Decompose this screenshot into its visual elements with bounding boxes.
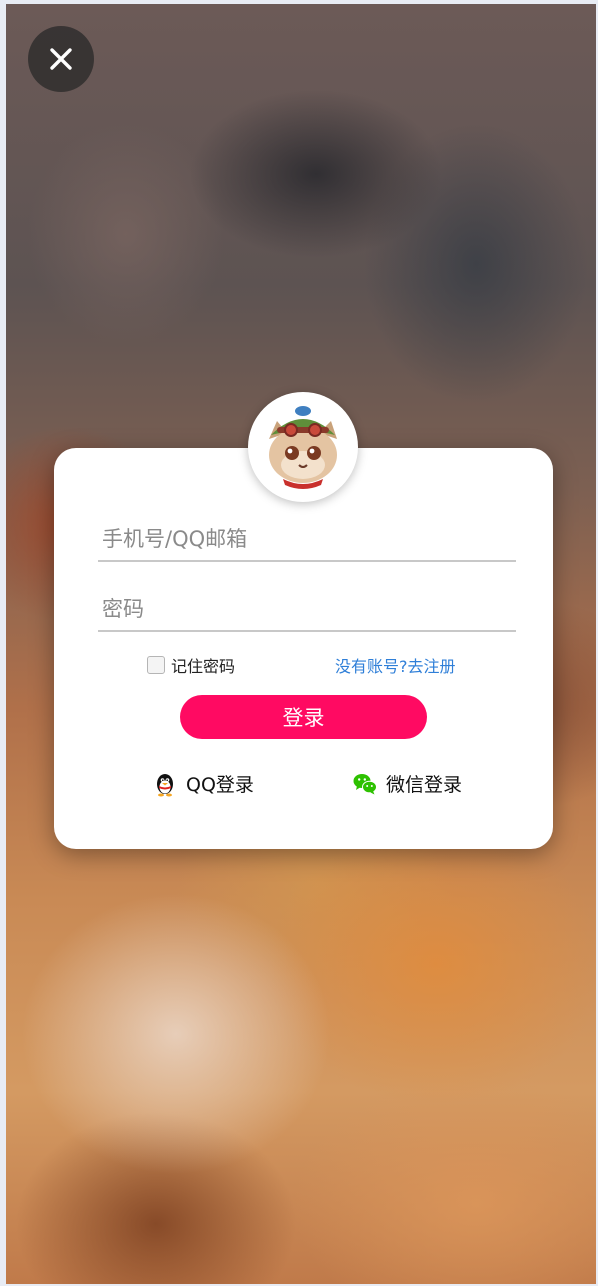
wechat-login-button[interactable]: 微信登录: [352, 770, 462, 797]
close-icon: [50, 48, 72, 70]
register-link[interactable]: 没有账号?去注册: [335, 653, 456, 677]
remember-label: 记住密码: [171, 657, 236, 676]
login-screen: 记住密码 没有账号?去注册 登录 QQ登录: [6, 4, 596, 1284]
qq-login-label: QQ登录: [186, 774, 254, 796]
password-input[interactable]: [98, 588, 516, 632]
login-card: 记住密码 没有账号?去注册 登录 QQ登录: [54, 448, 553, 849]
close-button[interactable]: [28, 26, 94, 92]
wechat-icon: [353, 773, 377, 794]
username-input[interactable]: [98, 518, 516, 562]
remember-password: 记住密码: [147, 653, 235, 677]
qq-login-button[interactable]: QQ登录: [152, 770, 254, 797]
wechat-login-label: 微信登录: [386, 774, 463, 796]
avatar-icon: [269, 406, 337, 489]
qq-penguin-icon: [157, 773, 173, 796]
login-button[interactable]: 登录: [180, 695, 427, 739]
remember-checkbox[interactable]: [147, 656, 165, 674]
avatar: [248, 392, 358, 502]
